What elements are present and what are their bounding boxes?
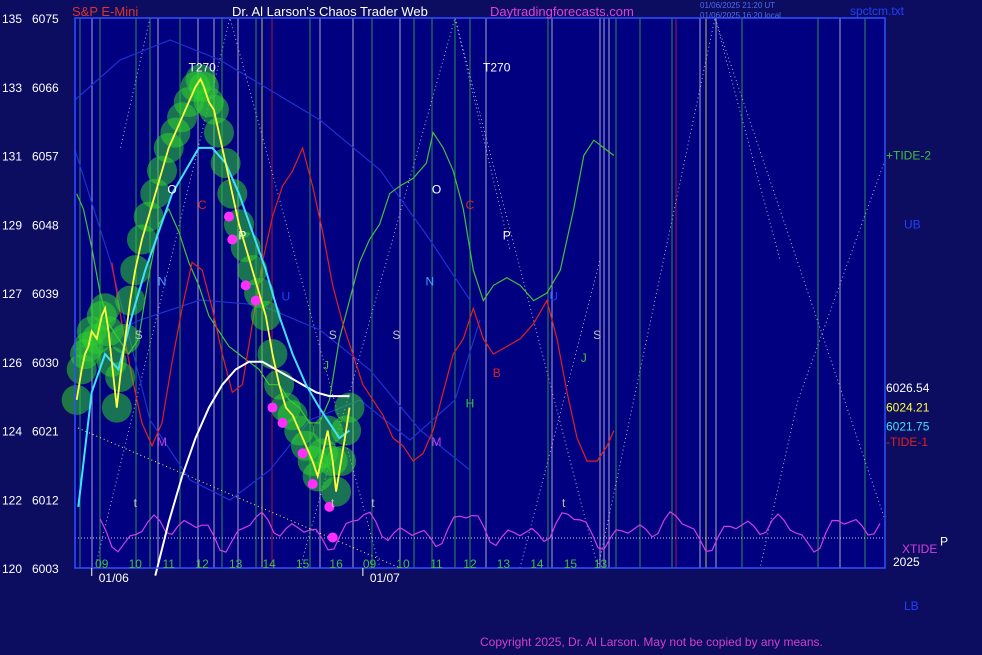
right-label-0: +TIDE-2 <box>886 149 931 163</box>
cycle-letter-2: S <box>135 328 143 342</box>
cycle-letter-15: H <box>466 397 475 411</box>
right-label-8: P <box>940 534 948 548</box>
cycle-letter-17: U <box>549 290 558 304</box>
x-tick-12: 13 <box>497 557 511 571</box>
right-label-4: 6021.75 <box>886 420 930 434</box>
cycle-letter-0: O <box>167 183 176 197</box>
y-tick-right-2: 6057 <box>32 150 59 164</box>
y-tick-right-1: 6066 <box>32 81 59 95</box>
x-tick-11: 12 <box>463 557 477 571</box>
y-tick-left-6: 124 <box>2 425 22 439</box>
right-label-6: XTIDE <box>902 542 937 556</box>
right-label-5: -TIDE-1 <box>886 435 928 449</box>
cycle-letter-3: M <box>157 435 167 449</box>
date-label-1: 01/07 <box>370 571 400 585</box>
cycle-letter-7: J <box>323 358 329 372</box>
x-tick-14: 15 <box>564 557 578 571</box>
cycle-letter-1: N <box>158 274 167 288</box>
cycle-letter-19: J <box>581 351 587 365</box>
right-label-1: UB <box>904 217 921 231</box>
x-tick-0: 09 <box>95 557 109 571</box>
copyright-notice: Copyright 2025, Dr. Al Larson. May not b… <box>480 635 823 649</box>
t270-label-1: T270 <box>483 60 511 74</box>
x-tick-13: 14 <box>530 557 544 571</box>
y-tick-left-5: 126 <box>2 356 22 370</box>
data-filename: spctcm.txt <box>850 4 905 18</box>
t270-label-0: T270 <box>189 60 217 74</box>
cycle-letter-4: C <box>198 198 207 212</box>
timestamp-utc: 01/06/2025 21:20 UT <box>700 1 776 10</box>
x-tick-9: 10 <box>396 557 410 571</box>
magenta-dot-0 <box>223 211 234 222</box>
y-tick-left-0: 135 <box>2 12 22 26</box>
magenta-dot-2 <box>240 280 251 291</box>
magenta-dot-3 <box>250 295 261 306</box>
timestamp-local: 01/06/2025 16:20 local <box>700 11 781 20</box>
cycle-letter-6: U <box>282 290 291 304</box>
magenta-dot-9 <box>327 532 338 543</box>
y-tick-left-4: 127 <box>2 287 22 301</box>
y-tick-left-3: 129 <box>2 218 22 232</box>
magenta-dot-7 <box>307 478 318 489</box>
cycle-letter-13: C <box>466 198 475 212</box>
x-tick-15: 13 <box>594 557 608 571</box>
author-title: Dr. Al Larson's Chaos Trader Web <box>232 4 428 19</box>
y-tick-right-7: 6012 <box>32 493 59 507</box>
cycle-letter-9: S <box>392 328 400 342</box>
y-tick-right-5: 6030 <box>32 356 59 370</box>
cycle-letter-11: N <box>425 274 434 288</box>
y-tick-left-1: 133 <box>2 81 22 95</box>
y-tick-right-6: 6021 <box>32 425 59 439</box>
cycle-letter-14: P <box>503 229 511 243</box>
x-tick-4: 13 <box>229 557 243 571</box>
right-label-3: 6024.21 <box>886 401 930 415</box>
chart-stage: 135 6075 133 6066 131 6057 129 6048 127 6039 126 60… <box>0 0 982 650</box>
x-tick-5: 14 <box>262 557 276 571</box>
y-tick-left-2: 131 <box>2 150 22 164</box>
y-tick-right-3: 6048 <box>32 218 59 232</box>
cycle-letter-8: S <box>329 328 337 342</box>
magenta-dot-1 <box>227 234 238 245</box>
site-link[interactable]: Daytradingforecasts.com <box>490 4 634 19</box>
year-label: 2025 <box>893 555 920 569</box>
right-label-7: LB <box>904 599 919 613</box>
y-tick-left-7: 122 <box>2 493 22 507</box>
y-tick-right-4: 6039 <box>32 287 59 301</box>
x-tick-7: 16 <box>329 557 343 571</box>
date-label-0: 01/06 <box>99 571 129 585</box>
y-tick-right-8: 6003 <box>32 562 59 576</box>
cycle-letter-10: O <box>432 183 441 197</box>
x-tick-6: 15 <box>296 557 310 571</box>
cycle-letter-18: S <box>593 328 601 342</box>
x-tick-3: 12 <box>196 557 210 571</box>
y-tick-left-8: 120 <box>2 562 22 576</box>
cycle-letter-5: P <box>238 229 246 243</box>
symbol-title: S&P E-Mini <box>72 4 139 19</box>
y-tick-right-0: 6075 <box>32 12 59 26</box>
cycle-letter-16: B <box>493 366 501 380</box>
magenta-dot-4 <box>267 402 278 413</box>
x-tick-8: 09 <box>363 557 377 571</box>
x-tick-1: 10 <box>129 557 143 571</box>
right-label-2: 6026.54 <box>886 381 930 395</box>
magenta-dot-5 <box>277 417 288 428</box>
price-halo-0 <box>61 384 92 415</box>
price-chart: 135 6075 133 6066 131 6057 129 6048 127 6039 126 60… <box>2 12 948 613</box>
cycle-letter-12: M <box>431 435 441 449</box>
x-tick-10: 11 <box>430 557 443 571</box>
x-tick-2: 11 <box>162 557 175 571</box>
magenta-dot-6 <box>297 448 308 459</box>
